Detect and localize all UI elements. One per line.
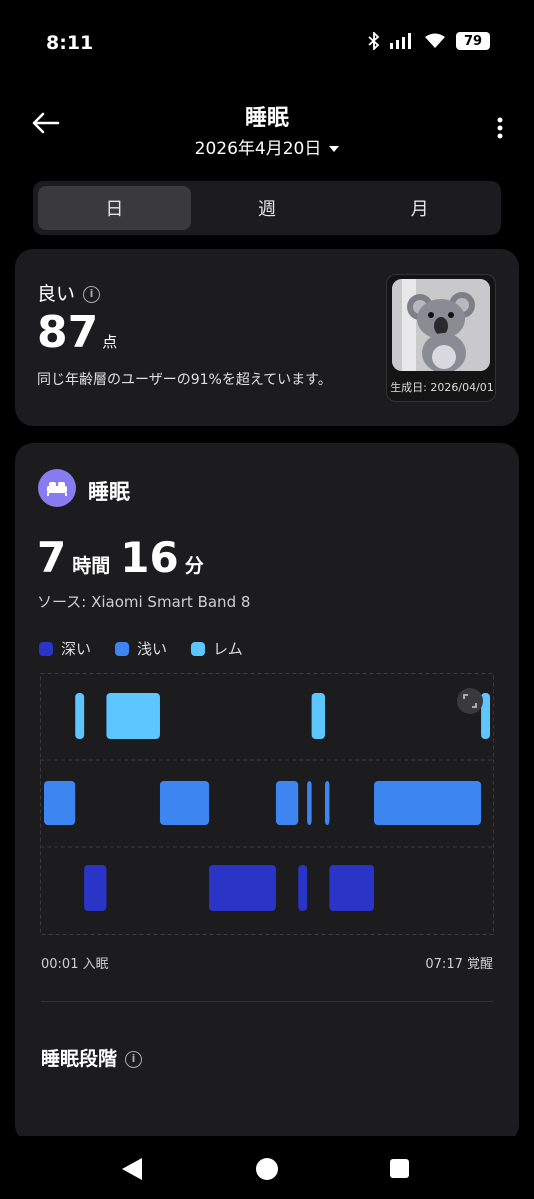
koala-image-card[interactable]: 生成日: 2026/04/01: [386, 274, 496, 402]
koala-image: [392, 279, 490, 371]
sleep-segment-light: [159, 781, 210, 825]
comparison-text: 同じ年齢層のユーザーの91%を超えています。: [37, 372, 332, 388]
sleep-start-label: 00:01 入眠: [41, 957, 109, 972]
tab-week[interactable]: 週: [191, 186, 344, 230]
duration-hours: 7: [37, 533, 67, 582]
signal-icon: [390, 33, 411, 49]
info-icon[interactable]: i: [125, 1051, 143, 1068]
legend-swatch-deep: [39, 641, 53, 656]
nav-recents-icon[interactable]: [390, 1159, 409, 1178]
caret-down-icon: [329, 146, 340, 152]
wake-time-label: 07:17 覚醒: [425, 957, 493, 972]
rating-row: 良い i: [37, 279, 101, 306]
legend-deep: 深い: [39, 638, 91, 659]
sleep-segment-light: [307, 781, 312, 825]
sleep-score: 87 点: [37, 307, 117, 358]
status-bar: 8:11 79: [0, 0, 534, 88]
data-source: ソース: Xiaomi Smart Band 8: [37, 593, 251, 611]
legend-label-deep: 深い: [61, 640, 92, 658]
duration-minutes: 16: [120, 533, 179, 582]
status-icons: 79: [368, 32, 490, 50]
score-value: 87: [37, 307, 99, 358]
tab-day[interactable]: 日: [38, 186, 191, 230]
chart-legend: 深い 浅い レム: [39, 638, 243, 659]
period-tabs: 日 週 月: [33, 181, 501, 235]
bluetooth-icon: [368, 32, 380, 50]
info-icon[interactable]: i: [83, 286, 101, 303]
sleep-segment-rem: [106, 693, 160, 739]
battery-icon: 79: [456, 32, 490, 50]
legend-label-rem: レム: [213, 640, 243, 658]
divider: [41, 1001, 493, 1002]
legend-swatch-rem: [191, 641, 206, 656]
sleep-segment-deep: [209, 865, 276, 911]
sleep-segment-light: [324, 781, 330, 825]
sleep-segment-light: [275, 781, 299, 825]
legend-rem: レム: [191, 638, 243, 659]
legend-swatch-light: [115, 641, 130, 656]
wifi-icon: [425, 33, 445, 48]
status-time: 8:11: [46, 32, 94, 54]
sleep-segment-light: [374, 781, 482, 825]
sleep-segment-rem: [311, 693, 325, 739]
nav-back-icon[interactable]: [122, 1158, 142, 1180]
rating-label: 良い: [37, 283, 76, 305]
sleep-card: 睡眠 7 時間 16 分 ソース: Xiaomi Smart Band 8 深い 浅い…: [15, 443, 519, 1143]
image-date-caption: 生成日: 2026/04/01: [390, 381, 494, 394]
sleep-section-title: 睡眠: [88, 480, 130, 504]
score-unit: 点: [102, 333, 118, 351]
nav-home-icon[interactable]: [256, 1158, 278, 1180]
date-label: 2026年4月20日: [194, 139, 322, 159]
sleep-segment-rem: [75, 693, 85, 739]
duration-hours-unit: 時間: [72, 555, 111, 577]
score-card[interactable]: 良い i 87 点 同じ年齢層のユーザーの91%を超えています。 生成日: 2026…: [15, 249, 519, 426]
sleep-duration: 7 時間 16 分: [37, 533, 214, 582]
legend-light: 浅い: [115, 638, 167, 659]
sleep-segment-deep: [298, 865, 308, 911]
tab-month[interactable]: 月: [343, 186, 496, 230]
chart-bars: [44, 693, 490, 911]
page-title: 睡眠: [244, 106, 289, 131]
koala-illustration: [392, 279, 490, 371]
sleep-stages-heading: 睡眠段階 i: [41, 1044, 143, 1071]
bed-icon: [38, 469, 76, 507]
sleep-stage-chart[interactable]: [40, 673, 494, 935]
sleep-segment-deep: [329, 865, 375, 911]
header: 睡眠 2026年4月20日: [0, 96, 534, 166]
date-selector[interactable]: 2026年4月20日: [0, 134, 534, 159]
expand-icon[interactable]: [457, 688, 483, 714]
system-nav-bar: [0, 1136, 534, 1199]
sleep-segment-light: [44, 781, 76, 825]
sleep-segment-deep: [84, 865, 107, 911]
sleep-stages-title: 睡眠段階: [41, 1048, 118, 1070]
duration-minutes-unit: 分: [184, 555, 204, 577]
legend-label-light: 浅い: [137, 640, 168, 658]
more-options-icon[interactable]: [496, 116, 504, 140]
